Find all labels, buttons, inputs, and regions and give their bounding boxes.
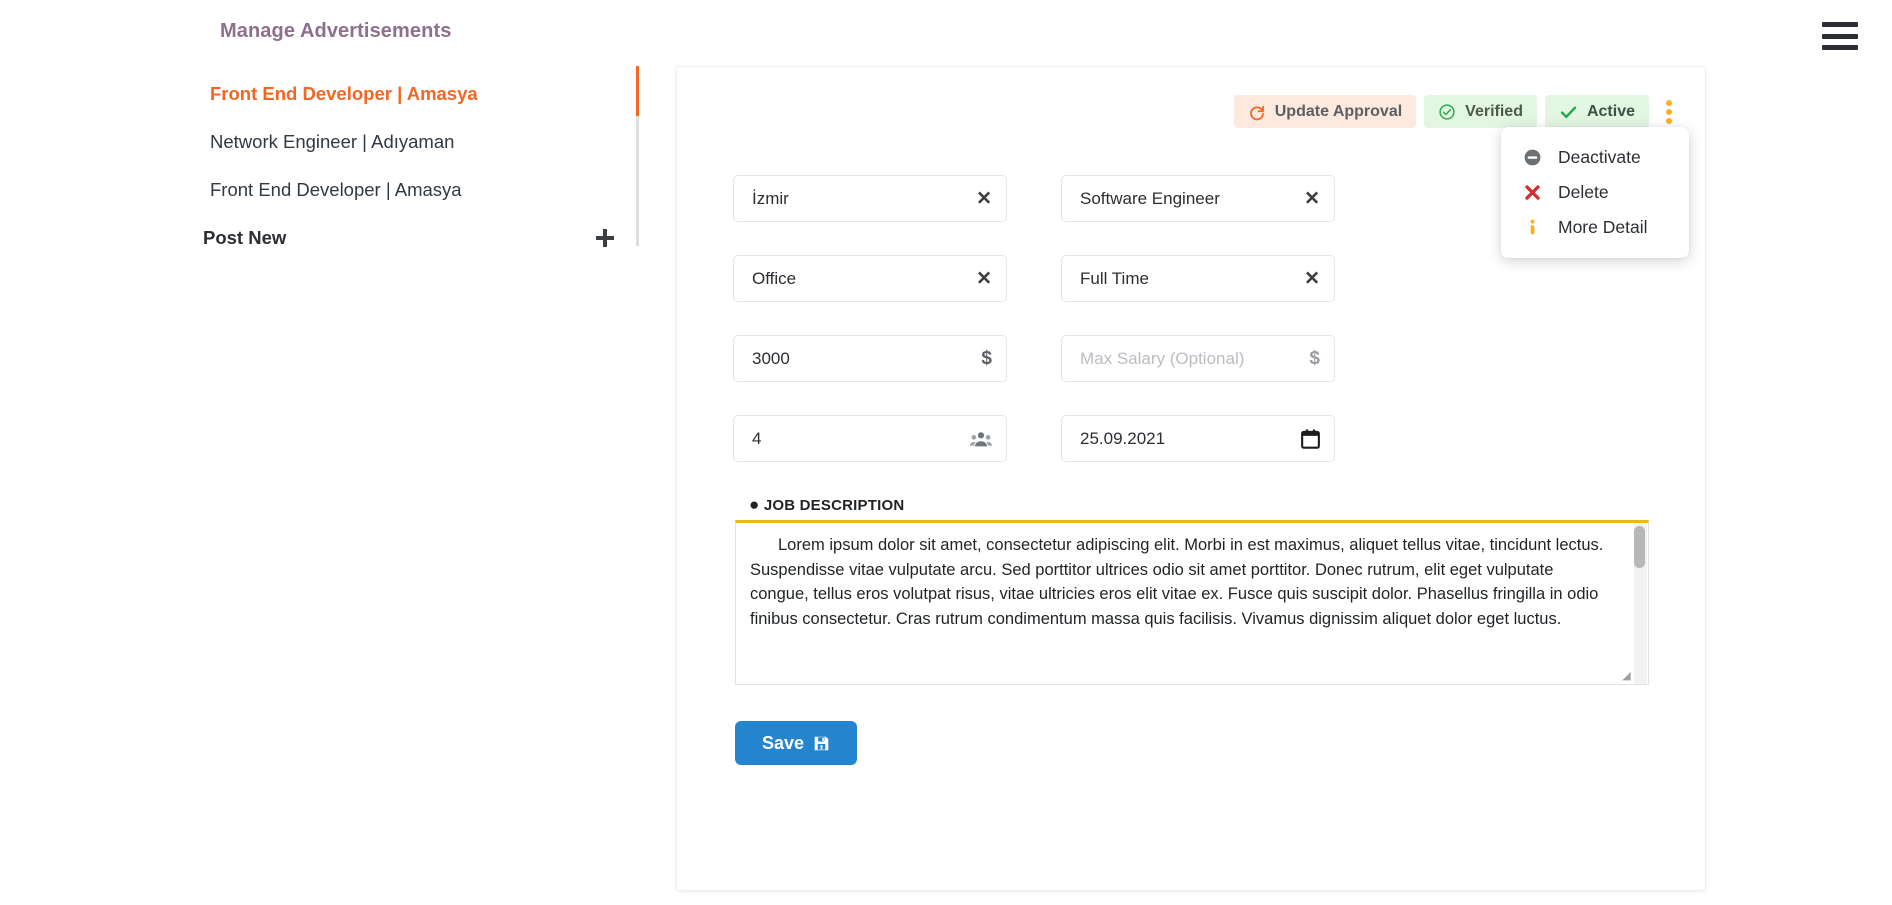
deadline-date-value: 25.09.2021 (1080, 428, 1166, 448)
actions-dropdown-menu: Deactivate Delete More Detail (1501, 127, 1689, 258)
kebab-dot (1666, 117, 1672, 124)
menu-item-deactivate[interactable]: Deactivate (1501, 140, 1689, 175)
status-bar: Update Approval Verified Active (1233, 95, 1681, 128)
minus-circle-icon (1523, 148, 1542, 167)
city-field[interactable]: İzmir ✕ (733, 175, 1007, 222)
floppy-disk-icon (813, 735, 830, 752)
clear-x-icon[interactable]: ✕ (1304, 187, 1320, 210)
position-value: Software Engineer (1080, 188, 1220, 208)
page-title: Manage Advertisements (220, 20, 452, 42)
app-root: Manage Advertisements Front End Develope… (0, 0, 1892, 905)
sidebar-item-advertisement-1[interactable]: Front End Developer | Amasya (0, 70, 648, 118)
clear-x-icon[interactable]: ✕ (976, 267, 992, 290)
menu-item-label: More Detail (1558, 217, 1648, 237)
min-salary-field[interactable]: 3000 $ (733, 335, 1007, 382)
advertisement-list: Front End Developer | Amasya Network Eng… (0, 70, 648, 262)
hamburger-bar (1822, 33, 1858, 39)
save-button-label: Save (761, 732, 805, 753)
x-mark-icon (1523, 183, 1542, 202)
sidebar-active-indicator (636, 66, 639, 116)
job-description-label: ● JOB DESCRIPTION (749, 495, 1649, 515)
work-type-field[interactable]: Full Time ✕ (1061, 255, 1335, 302)
sidebar-item-advertisement-3[interactable]: Front End Developer | Amasya (0, 166, 648, 214)
advertisement-detail-card: Update Approval Verified Active Deactiva… (676, 66, 1706, 891)
city-value: İzmir (752, 188, 789, 208)
clear-x-icon[interactable]: ✕ (1304, 267, 1320, 290)
dollar-icon: $ (1309, 347, 1320, 369)
advertisement-form: İzmir ✕ Software Engineer ✕ Office ✕ Ful… (677, 175, 1705, 765)
menu-item-label: Delete (1558, 182, 1609, 202)
menu-item-more-detail[interactable]: More Detail (1501, 210, 1689, 245)
resize-grip-icon[interactable]: ◢ (1619, 669, 1634, 684)
sidebar-item-label: Front End Developer | Amasya (210, 179, 462, 200)
plus-icon[interactable] (592, 225, 618, 251)
job-description-text[interactable]: Lorem ipsum dolor sit amet, consectetur … (736, 523, 1648, 684)
menu-item-label: Deactivate (1558, 147, 1641, 167)
check-icon (1559, 103, 1578, 121)
work-place-field[interactable]: Office ✕ (733, 255, 1007, 302)
position-field[interactable]: Software Engineer ✕ (1061, 175, 1335, 222)
update-approval-button[interactable]: Update Approval (1233, 95, 1417, 128)
sidebar: Manage Advertisements Front End Develope… (0, 0, 648, 905)
people-icon (970, 430, 992, 447)
hamburger-bar (1822, 45, 1858, 50)
save-button[interactable]: Save (735, 721, 857, 765)
sidebar-item-advertisement-2[interactable]: Network Engineer | Adıyaman (0, 118, 648, 166)
menu-item-delete[interactable]: Delete (1501, 175, 1689, 210)
bullet-icon: ● (749, 495, 760, 514)
kebab-dot (1666, 99, 1672, 106)
active-badge[interactable]: Active (1544, 95, 1649, 128)
dollar-icon: $ (981, 347, 992, 369)
work-place-value: Office (752, 268, 797, 288)
kebab-dot (1666, 108, 1672, 115)
update-approval-label: Update Approval (1274, 102, 1403, 120)
max-salary-placeholder: Max Salary (Optional) (1080, 348, 1245, 368)
clear-x-icon[interactable]: ✕ (976, 187, 992, 210)
active-label: Active (1586, 102, 1635, 120)
work-type-value: Full Time (1080, 268, 1149, 288)
form-row-2: Office ✕ Full Time ✕ (733, 255, 1649, 302)
verified-badge[interactable]: Verified (1424, 95, 1537, 128)
hamburger-bar (1822, 22, 1858, 27)
verified-label: Verified (1465, 102, 1523, 120)
quota-value: 4 (752, 428, 762, 448)
sidebar-item-label: Network Engineer | Adıyaman (210, 131, 455, 152)
post-new-label: Post New (203, 227, 287, 248)
max-salary-field[interactable]: Max Salary (Optional) $ (1061, 335, 1335, 382)
form-row-4: 4 25.09.2021 (733, 415, 1649, 462)
check-circle-icon (1438, 103, 1456, 121)
sidebar-item-label: Front End Developer | Amasya (210, 83, 478, 104)
calendar-icon[interactable] (1301, 428, 1320, 449)
post-new-button[interactable]: Post New (0, 214, 648, 262)
quota-field[interactable]: 4 (733, 415, 1007, 462)
textarea-scrollbar[interactable] (1634, 523, 1647, 684)
refresh-icon (1248, 103, 1266, 121)
hamburger-menu-icon[interactable] (1822, 22, 1858, 50)
min-salary-value: 3000 (752, 348, 790, 368)
job-description-label-text: JOB DESCRIPTION (763, 497, 905, 514)
deadline-date-field[interactable]: 25.09.2021 (1061, 415, 1335, 462)
more-vertical-icon[interactable] (1657, 95, 1681, 128)
form-row-3: 3000 $ Max Salary (Optional) $ (733, 335, 1649, 382)
info-icon (1523, 218, 1542, 237)
job-description-textarea[interactable]: Lorem ipsum dolor sit amet, consectetur … (735, 520, 1649, 685)
scrollbar-thumb[interactable] (1634, 526, 1645, 568)
